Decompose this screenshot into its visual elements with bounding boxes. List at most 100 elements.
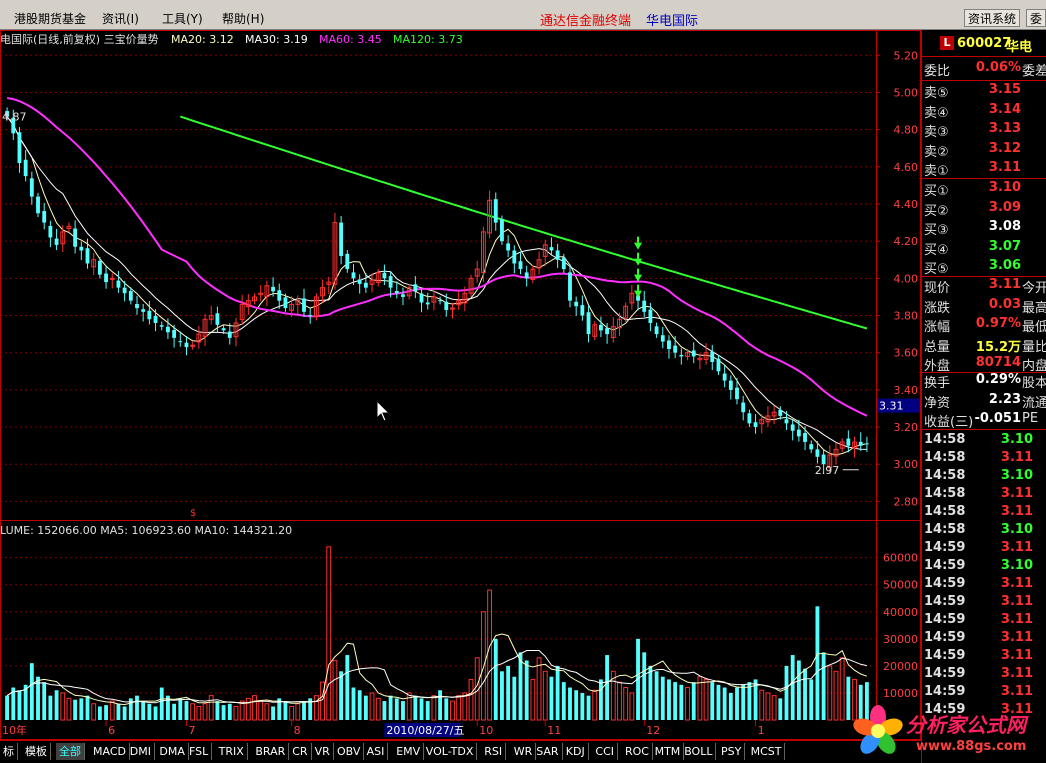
tab-psy[interactable]: PSY — [718, 743, 746, 760]
volume-bar — [326, 546, 332, 721]
candle-body — [438, 300, 443, 302]
price-tick-label: 3.40 — [894, 384, 919, 397]
tick-row: 14:58 3.10 — [922, 522, 1046, 540]
tab-vr[interactable]: VR — [312, 743, 334, 760]
bid-row: 买③ 3.08 — [922, 219, 1046, 238]
bid-row: 买① 3.10 — [922, 180, 1046, 199]
menu-help[interactable]: 帮助(H) — [222, 10, 264, 27]
tick-price: 3.11 — [1000, 630, 1033, 645]
price-tick-label: 3.60 — [894, 347, 919, 360]
date-tick-label: 6 — [108, 724, 115, 737]
volume-bar — [172, 703, 177, 720]
bid-label: 买② — [924, 203, 949, 219]
stat-value: 0.03 — [988, 296, 1021, 312]
menu-info[interactable]: 资讯(I) — [102, 10, 139, 27]
candle-body — [722, 373, 727, 381]
tick-row: 14:59 3.11 — [922, 648, 1046, 666]
volume-bar — [109, 700, 115, 721]
volume-bar — [245, 697, 251, 721]
mouse-cursor-icon — [376, 399, 391, 422]
tab-kdj[interactable]: KDJ — [563, 743, 589, 760]
volume-grid — [0, 557, 876, 694]
tab-dma[interactable]: DMA — [156, 743, 189, 760]
tab-sar[interactable]: SAR — [533, 743, 563, 760]
stat-label: 总量 — [924, 339, 951, 355]
candle-body — [660, 335, 665, 342]
volume-bar — [796, 660, 801, 720]
date-tick-label: 10 — [479, 724, 493, 737]
volume-bar — [468, 678, 474, 721]
info-value: 2.23 — [988, 391, 1021, 407]
tab-cr[interactable]: CR — [289, 743, 312, 760]
tab-rsi[interactable]: RSI — [481, 743, 507, 760]
volume-bar — [506, 665, 511, 720]
tab-cci[interactable]: CCI — [592, 743, 618, 760]
ma20-line — [6, 116, 867, 456]
volume-bar — [599, 679, 603, 720]
volume-bar — [289, 705, 295, 721]
tab-brar[interactable]: BRAR — [252, 743, 290, 760]
kline-chart[interactable]: 5.20 5.00 4.80 4.60 4.40 4.20 4.00 3.80 3.60 3.40… — [0, 30, 921, 740]
tab-标[interactable]: 标 — [0, 743, 18, 760]
quote-header: L 600027 华电 — [922, 36, 1046, 55]
volume-bar — [221, 705, 226, 720]
candle-body — [518, 261, 523, 270]
candle-body — [710, 351, 715, 362]
tick-price: 3.10 — [1000, 522, 1033, 537]
bid-value: 3.07 — [988, 238, 1021, 254]
tab-emv[interactable]: EMV — [393, 743, 425, 760]
tick-row: 14:58 3.11 — [922, 486, 1046, 504]
candle-body — [574, 301, 579, 307]
tab-macd[interactable]: MACD — [90, 743, 130, 760]
menu-futures[interactable]: 港股期货基金 — [14, 10, 86, 27]
moving-average-lines — [6, 97, 868, 456]
logo-url: www.88gs.com — [916, 739, 1027, 754]
tab-dmi[interactable]: DMI — [127, 743, 156, 760]
volume-bar — [617, 681, 622, 721]
order-button[interactable]: 委 — [1026, 9, 1046, 27]
tick-time: 14:59 — [924, 666, 966, 681]
volume-bar — [803, 668, 807, 720]
weibi-value: 0.06% — [975, 60, 1021, 75]
volume-bar — [524, 660, 529, 720]
tab-fsl[interactable]: FSL — [186, 743, 213, 760]
price-tick-label: 4.60 — [894, 161, 919, 174]
candle-body — [85, 248, 90, 264]
price-tick-label: 5.20 — [894, 49, 919, 62]
tab-obv[interactable]: OBV — [334, 743, 365, 760]
date-tick-label: 11 — [547, 724, 561, 737]
info-label: 换手 — [924, 376, 951, 391]
candle-body — [605, 328, 610, 335]
candle-body — [97, 260, 102, 275]
volume-tick-label: 50000 — [883, 579, 918, 592]
volume-bar — [679, 684, 684, 720]
candle-body — [308, 315, 313, 317]
tab-roc[interactable]: ROC — [622, 743, 653, 760]
volume-bar — [252, 695, 257, 721]
ask-label: 卖① — [924, 164, 949, 179]
volume-bar — [122, 706, 127, 720]
candle-body — [147, 310, 152, 320]
tick-price: 3.11 — [1000, 486, 1033, 501]
tab-asi[interactable]: ASI — [364, 743, 389, 760]
tab-mcst[interactable]: MCST — [748, 743, 786, 760]
candle-body — [864, 443, 869, 445]
tab-trix[interactable]: TRIX — [216, 743, 248, 760]
volume-bar — [60, 692, 66, 721]
menu-tools[interactable]: 工具(Y) — [162, 10, 203, 27]
candle-body — [642, 300, 647, 312]
tick-row: 14:59 3.11 — [922, 684, 1046, 702]
info-system-button[interactable]: 资讯系统 — [964, 9, 1021, 27]
tab-全部[interactable]: 全部 — [56, 743, 85, 760]
volume-bar — [375, 697, 381, 721]
tab-boll[interactable]: BOLL — [681, 743, 717, 760]
volume-bar — [536, 657, 542, 721]
ask-row: 卖③ 3.13 — [922, 121, 1046, 140]
tab-mtm[interactable]: MTM — [652, 743, 685, 760]
tab-模板[interactable]: 模板 — [22, 743, 51, 760]
candle-body — [166, 326, 170, 333]
volume-bar — [722, 687, 727, 720]
tab-vol-tdx[interactable]: VOL-TDX — [423, 743, 478, 760]
candle-body — [419, 293, 424, 303]
tick-price: 3.11 — [1000, 540, 1033, 555]
